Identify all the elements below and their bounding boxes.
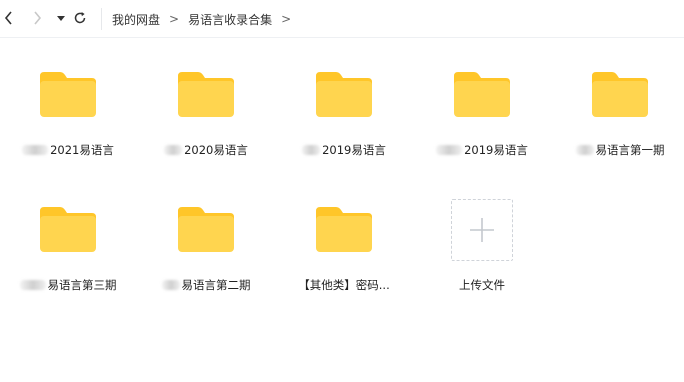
blurred-text [164, 145, 183, 155]
breadcrumb: 我的网盘 > 易语言收录合集 > [112, 0, 300, 38]
folder-icon [178, 72, 234, 117]
folder-icon [454, 72, 510, 117]
plus-icon [470, 218, 494, 242]
folder-name: 2021易语言 [8, 142, 128, 158]
folder-item[interactable]: 2019易语言 [422, 70, 542, 170]
folder-name: 【其他类】密码... [298, 278, 390, 292]
blurred-text [22, 145, 49, 155]
toolbar-divider [101, 8, 102, 30]
chevron-left-icon [4, 11, 12, 25]
folder-item[interactable]: 易语言第一期 [560, 70, 680, 170]
folder-icon [40, 207, 96, 252]
folder-icon [40, 72, 96, 117]
folder-name: 易语言第二期 [146, 277, 266, 293]
folder-name: 2019易语言 [422, 142, 542, 158]
folder-item[interactable]: 2020易语言 [146, 70, 266, 170]
breadcrumb-item-root[interactable]: 我的网盘 [112, 11, 160, 28]
upload-label: 上传文件 [459, 278, 505, 292]
top-toolbar: 我的网盘 > 易语言收录合集 > [0, 0, 684, 38]
refresh-button[interactable] [71, 9, 89, 27]
folder-icon [592, 72, 648, 117]
caret-down-icon [57, 16, 65, 21]
folder-name: 易语言第一期 [560, 142, 680, 158]
breadcrumb-separator: > [281, 12, 292, 26]
refresh-icon [74, 12, 86, 24]
blurred-text [436, 145, 463, 155]
folder-item[interactable]: 易语言第三期 [8, 205, 128, 305]
upload-button[interactable] [451, 199, 513, 261]
breadcrumb-separator: > [169, 12, 180, 26]
blurred-text [161, 280, 180, 290]
back-button[interactable] [0, 9, 18, 27]
folder-icon [316, 207, 372, 252]
folder-name: 2019易语言 [284, 142, 404, 158]
chevron-right-icon [34, 11, 42, 25]
blurred-text [302, 145, 321, 155]
blurred-text [575, 145, 594, 155]
folder-name: 易语言第三期 [8, 277, 128, 293]
folder-name: 2020易语言 [146, 142, 266, 158]
folder-icon [316, 72, 372, 117]
folder-item[interactable]: 2021易语言 [8, 70, 128, 170]
folder-item[interactable]: 易语言第二期 [146, 205, 266, 305]
folder-item[interactable]: 2019易语言 [284, 70, 404, 170]
blurred-text [19, 280, 46, 290]
folder-icon [178, 207, 234, 252]
forward-button[interactable] [28, 9, 46, 27]
folder-item[interactable]: 【其他类】密码... [284, 205, 404, 305]
breadcrumb-item-current[interactable]: 易语言收录合集 [188, 11, 272, 28]
history-dropdown-button[interactable] [52, 9, 70, 27]
